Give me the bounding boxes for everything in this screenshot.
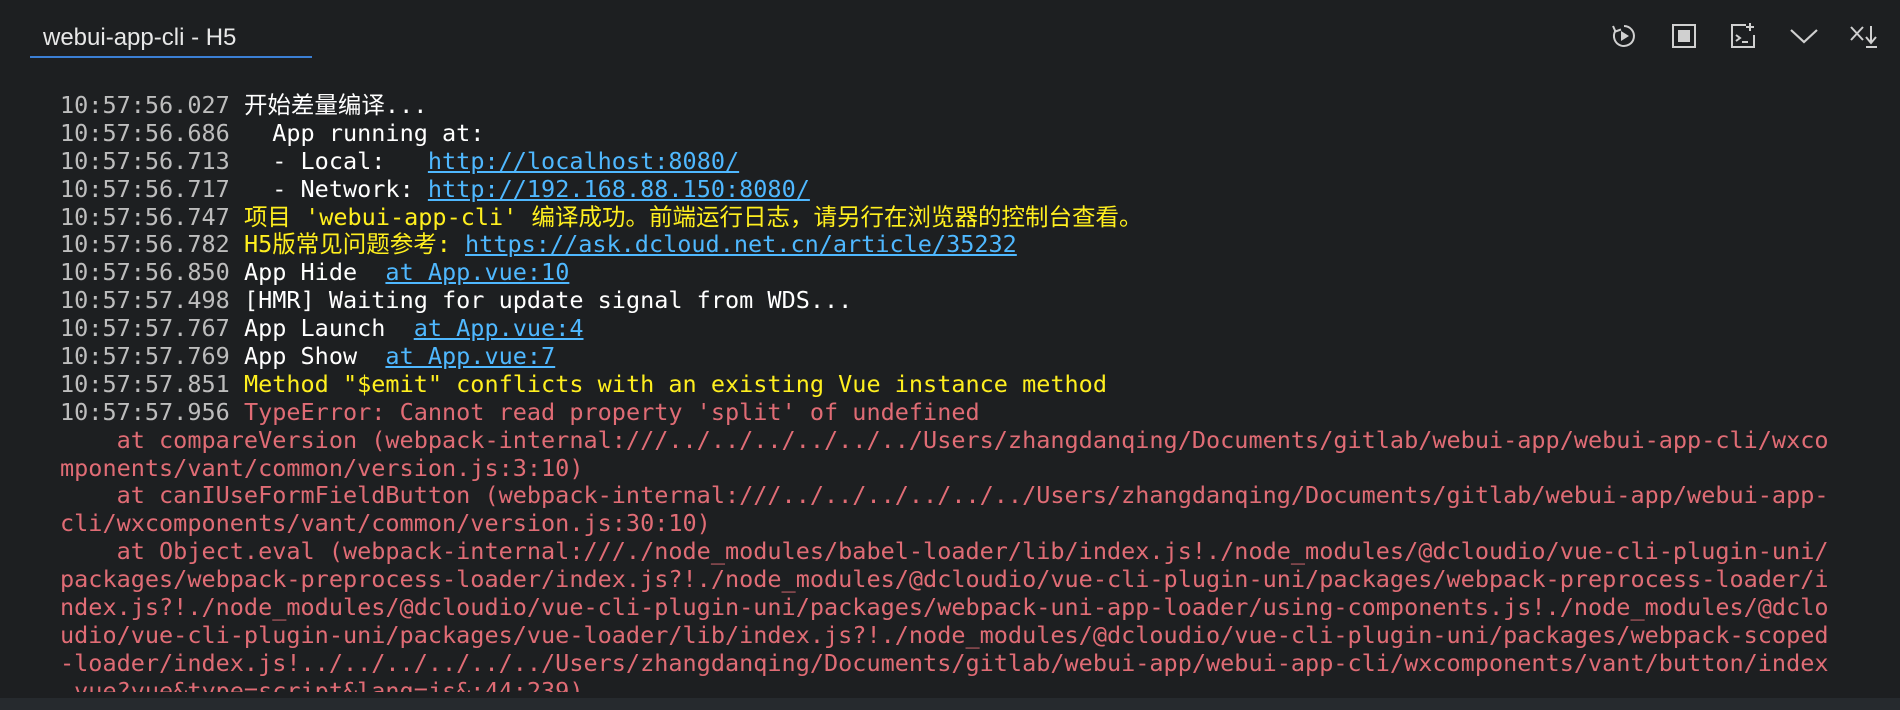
- source-link[interactable]: at App.vue:4: [414, 315, 584, 342]
- timestamp: 10:57:56.850: [60, 259, 230, 287]
- log-text: App Hide: [243, 259, 386, 287]
- log-line: 10:57:56.717 - Network: http://192.168.8…: [60, 176, 1866, 204]
- clear-console-button[interactable]: [1726, 18, 1762, 54]
- chevron-down-icon: [1790, 29, 1818, 44]
- timestamp: 10:57:57.498: [60, 287, 230, 315]
- faq-link[interactable]: https://ask.dcloud.net.cn/article/35232: [465, 231, 1017, 258]
- tab-webui-app-cli-h5[interactable]: webui-app-cli - H5: [30, 18, 312, 58]
- stack-line: ndex.js?!./node_modules/@dcloudio/vue-cl…: [60, 594, 1829, 622]
- stop-icon: [1672, 24, 1696, 48]
- timestamp: 10:57:56.747: [60, 203, 230, 231]
- stack-line: cli/wxcomponents/vant/common/version.js:…: [60, 510, 711, 538]
- stack-line: udio/vue-cli-plugin-uni/packages/vue-loa…: [60, 621, 1829, 649]
- log-text: App Show: [243, 343, 386, 371]
- timestamp: 10:57:57.767: [60, 315, 230, 343]
- log-line: 10:57:57.956 TypeError: Cannot read prop…: [60, 399, 1866, 427]
- console-output[interactable]: 10:57:56.027 开始差量编译... 10:57:56.686 App …: [60, 92, 1866, 692]
- stop-button[interactable]: [1666, 18, 1702, 54]
- timestamp: 10:57:57.769: [60, 343, 230, 371]
- scroll-to-bottom-button[interactable]: [1846, 18, 1882, 54]
- log-line: 10:57:56.747 项目 'webui-app-cli' 编译成功。前端运…: [60, 204, 1866, 232]
- network-url-link[interactable]: http://192.168.88.150:8080/: [428, 176, 810, 203]
- log-line: 10:57:56.782 H5版常见问题参考: https://ask.dclo…: [60, 231, 1866, 259]
- log-text: - Network:: [243, 175, 428, 203]
- log-line: 10:57:56.027 开始差量编译...: [60, 92, 1866, 120]
- stack-line: .vue?vue&type=script&lang=js&:44:239): [60, 677, 584, 692]
- timestamp: 10:57:56.782: [60, 231, 230, 259]
- console-panel: webui-app-cli - H5 10:57:56.027 开始差量编译..…: [0, 0, 1900, 710]
- log-line: 10:57:57.498 [HMR] Waiting for update si…: [60, 287, 1866, 315]
- timestamp: 10:57:57.956: [60, 398, 230, 426]
- timestamp: 10:57:56.686: [60, 119, 230, 147]
- log-text: [HMR] Waiting for update signal from WDS…: [243, 287, 853, 315]
- log-line: 10:57:56.850 App Hide at App.vue:10: [60, 259, 1866, 287]
- log-line: 10:57:56.686 App running at:: [60, 120, 1866, 148]
- timestamp: 10:57:56.713: [60, 147, 230, 175]
- timestamp: 10:57:56.717: [60, 175, 230, 203]
- timestamp: 10:57:57.851: [60, 370, 230, 398]
- log-text: App running at:: [243, 119, 485, 147]
- console-toolbar: [1582, 18, 1882, 54]
- log-text: 开始差量编译...: [243, 92, 428, 119]
- timestamp: 10:57:56.027: [60, 92, 230, 119]
- stack-line: -loader/index.js!../../../../../../Users…: [60, 649, 1829, 677]
- horizontal-scrollbar[interactable]: [0, 698, 1900, 710]
- log-line: 10:57:57.769 App Show at App.vue:7: [60, 343, 1866, 371]
- stack-line: mponents/vant/common/version.js:3:10): [60, 454, 584, 482]
- clear-console-icon: [1731, 23, 1755, 48]
- console-header: webui-app-cli - H5: [0, 0, 1900, 66]
- log-text: 项目 'webui-app-cli' 编译成功。前端运行日志，请另行在浏览器的控…: [243, 203, 1143, 231]
- source-link[interactable]: at App.vue:10: [385, 259, 569, 286]
- log-text: Method "$emit" conflicts with an existin…: [243, 370, 1107, 398]
- stack-line: at compareVersion (webpack-internal:///.…: [60, 426, 1829, 454]
- stack-line: at Object.eval (webpack-internal:///./no…: [60, 538, 1829, 566]
- collapse-button[interactable]: [1786, 18, 1822, 54]
- restart-icon: [1612, 25, 1635, 47]
- tab-label: webui-app-cli - H5: [43, 24, 237, 51]
- log-text: - Local:: [243, 147, 428, 175]
- stack-line: at canIUseFormFieldButton (webpack-inter…: [60, 482, 1829, 510]
- scroll-to-bottom-icon: [1850, 26, 1877, 48]
- stack-line: packages/webpack-preprocess-loader/index…: [60, 566, 1829, 594]
- local-url-link[interactable]: http://localhost:8080/: [428, 148, 739, 175]
- error-text: TypeError: Cannot read property 'split' …: [243, 398, 980, 426]
- log-line: 10:57:57.767 App Launch at App.vue:4: [60, 315, 1866, 343]
- log-text: App Launch: [243, 315, 414, 343]
- log-line: 10:57:56.713 - Local: http://localhost:8…: [60, 148, 1866, 176]
- source-link[interactable]: at App.vue:7: [385, 343, 555, 370]
- log-text: H5版常见问题参考:: [243, 231, 466, 259]
- restart-button[interactable]: [1606, 18, 1642, 54]
- log-line: 10:57:57.851 Method "$emit" conflicts wi…: [60, 371, 1866, 399]
